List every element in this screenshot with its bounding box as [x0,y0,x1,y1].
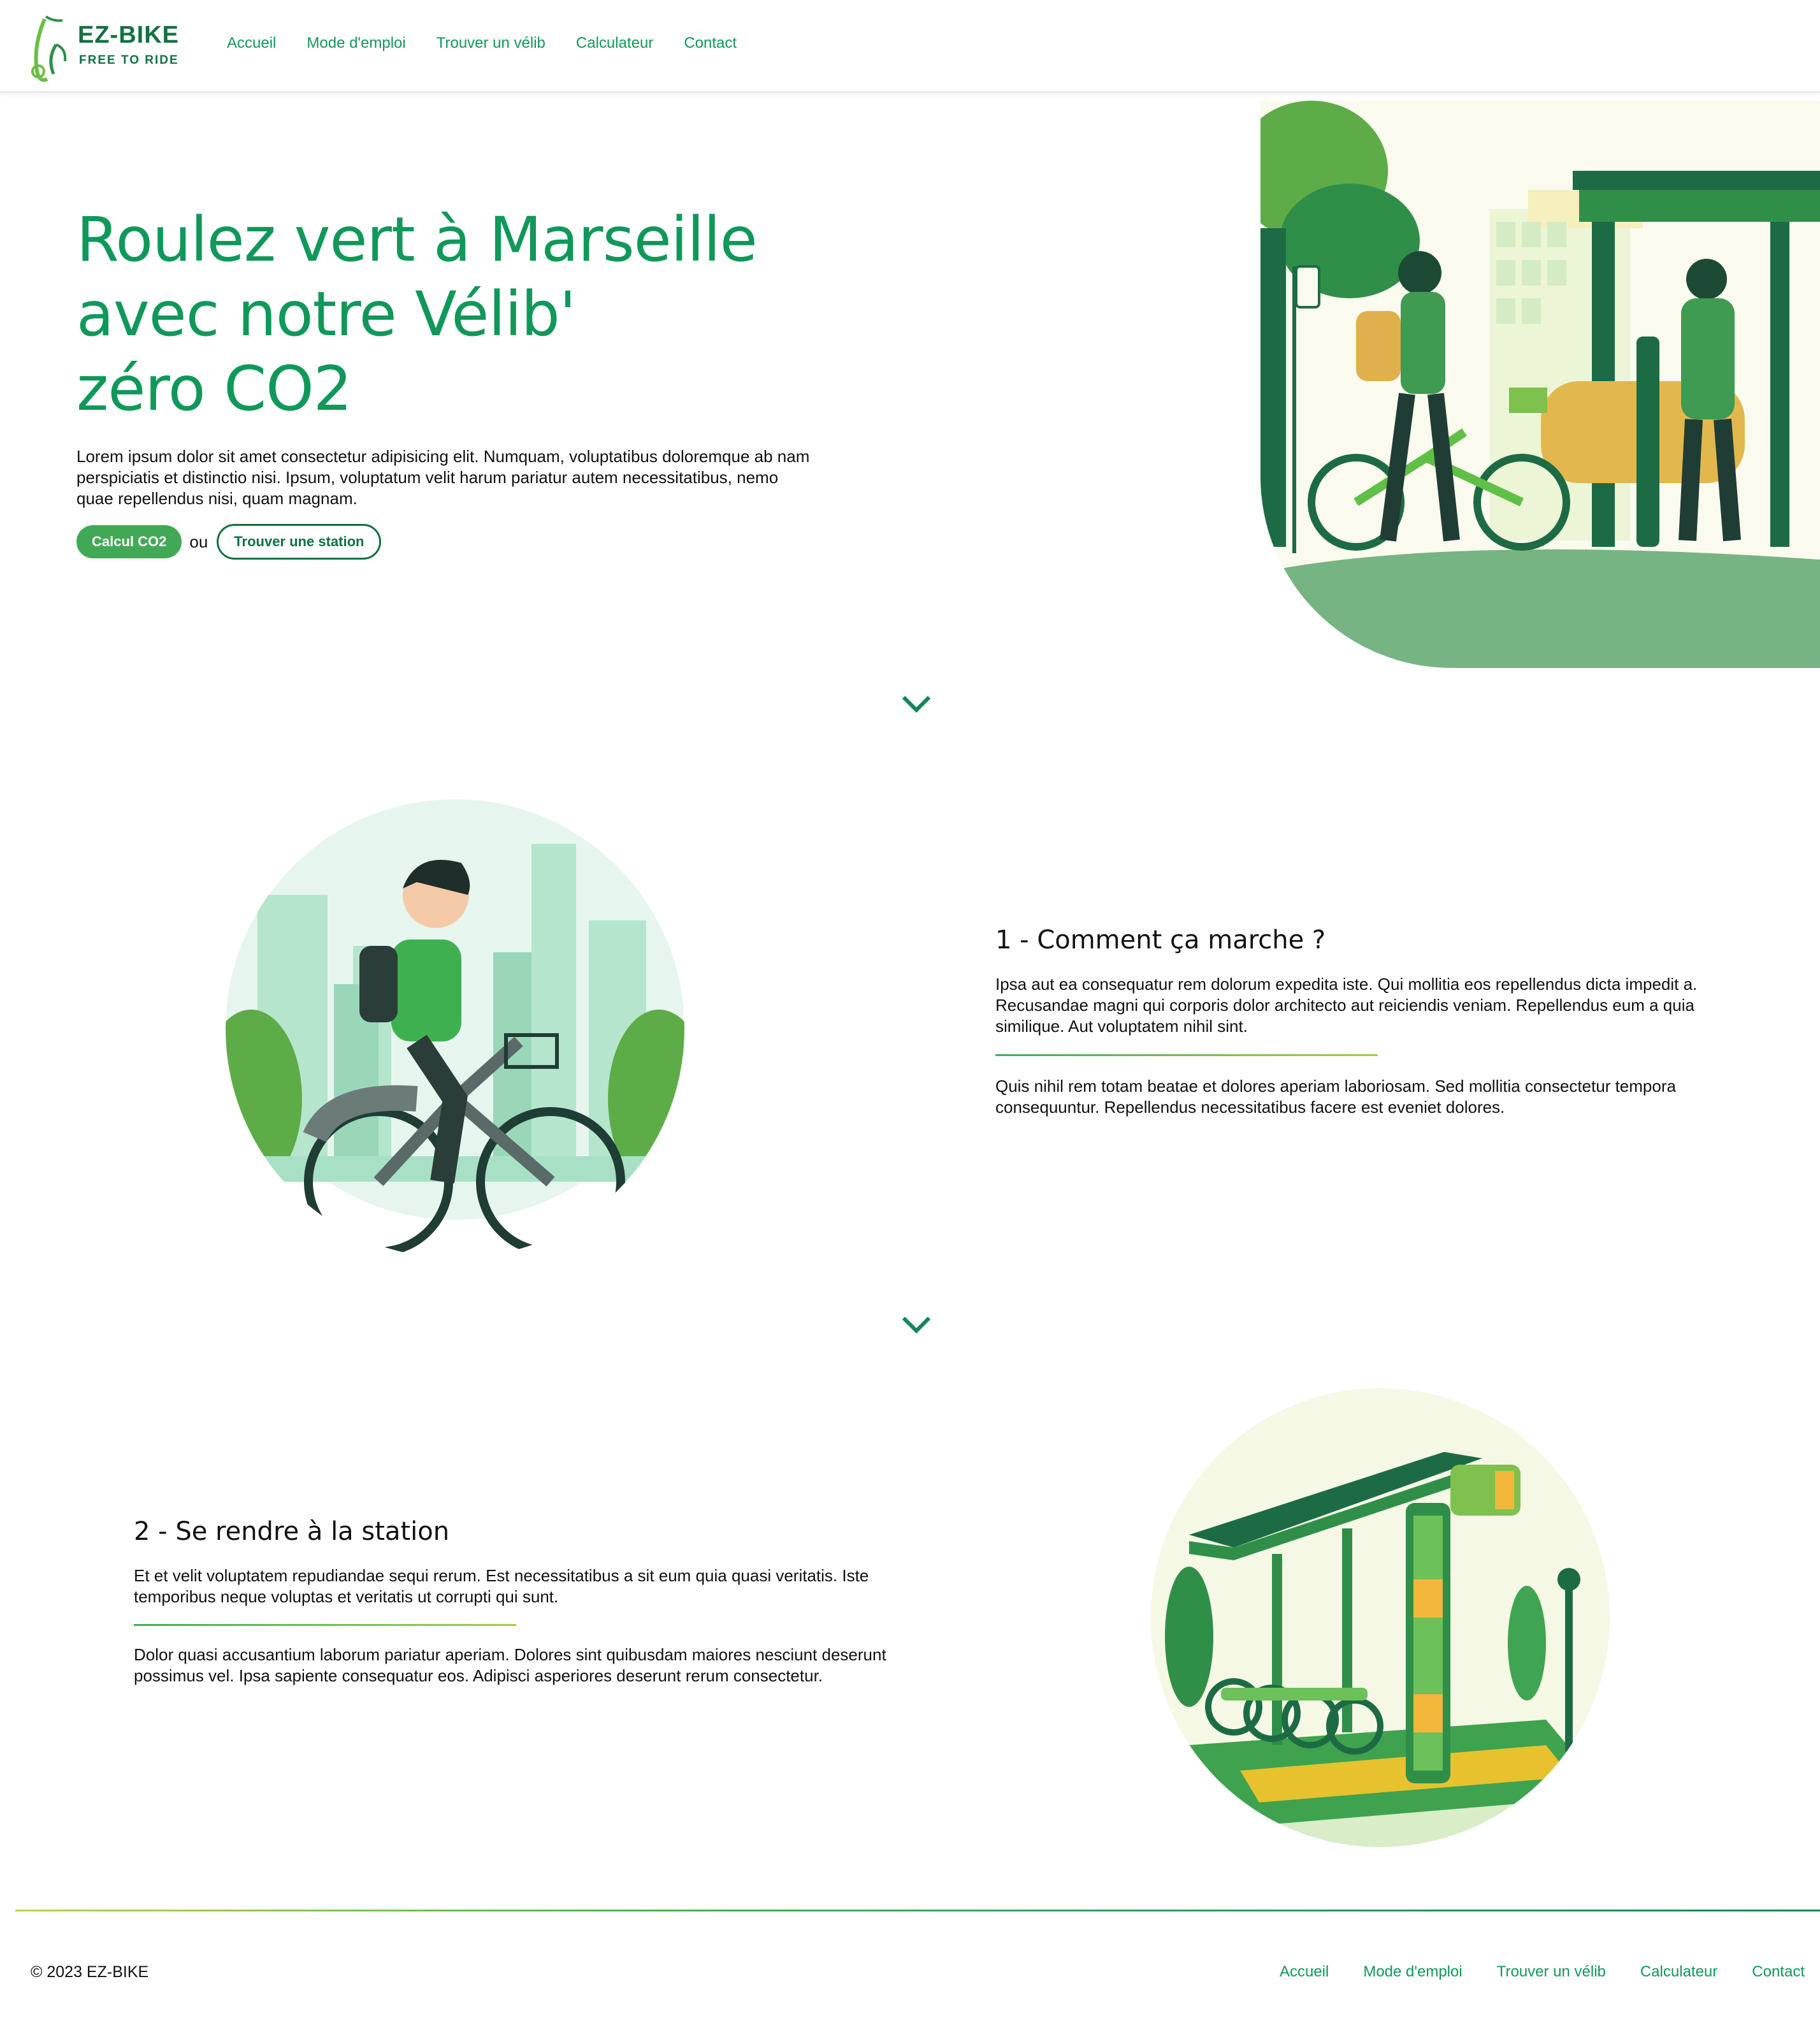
main-nav: Accueil Mode d'emploi Trouver un vélib C… [227,34,737,52]
step2-title: 2 - Se rendre à la station [134,1517,450,1546]
nav-link-contact[interactable]: Contact [684,34,737,52]
hero-actions: Calcul CO2 ou Trouver une station [76,524,382,560]
copyright: © 2023 EZ-BIKE [31,1963,149,1981]
nav-link-calculateur[interactable]: Calculateur [576,34,653,52]
hero-description: Lorem ipsum dolor sit amet consectetur a… [76,447,810,508]
cyclist-illustration [226,799,684,1258]
footer-link-mode-emploi[interactable]: Mode d'emploi [1363,1963,1462,1981]
step1-paragraph2: Quis nihil rem totam beatae et dolores a… [995,1077,1676,1117]
step2-paragraph1: Et et velit voluptatem repudiandae sequi… [134,1566,869,1606]
hero-title-line: Roulez vert à Marseille [76,204,758,275]
or-label: ou [189,532,208,551]
nav-link-accueil[interactable]: Accueil [227,34,276,52]
footer-link-contact[interactable]: Contact [1752,1963,1805,1981]
footer-nav: Accueil Mode d'emploi Trouver un vélib C… [1280,1963,1805,1981]
station-illustration [1151,1388,1610,1847]
chevron-down-icon[interactable] [901,695,932,714]
step2-paragraph2: Dolor quasi accusantium laborum pariatur… [134,1645,886,1685]
nav-link-mode-emploi[interactable]: Mode d'emploi [307,34,405,52]
navbar: EZ-BIKE FREE TO RIDE Accueil Mode d'empl… [0,0,1820,93]
chevron-down-icon[interactable] [901,1316,932,1335]
brand-logo[interactable]: EZ-BIKE FREE TO RIDE [28,8,181,84]
step1-paragraph1: Ipsa aut ea consequatur rem dolorum expe… [995,975,1698,1036]
hero-title-line: avec notre Vélib' [76,279,576,350]
footer-link-trouver-velib[interactable]: Trouver un vélib [1497,1963,1606,1981]
bike-logo-icon [31,15,67,82]
brand-tagline: FREE TO RIDE [79,54,179,67]
step1-divider [995,1054,1378,1056]
footer-divider [15,1910,1820,1911]
hero-illustration [1260,101,1820,668]
step1-title: 1 - Comment ça marche ? [995,925,1326,955]
footer-link-calculateur[interactable]: Calculateur [1640,1963,1717,1981]
find-station-button[interactable]: Trouver une station [217,524,382,560]
nav-link-trouver-velib[interactable]: Trouver un vélib [437,34,545,52]
hero-title-line: zéro CO2 [76,353,352,424]
footer-link-accueil[interactable]: Accueil [1280,1963,1329,1981]
hero-title: Roulez vert à Marseille avec notre Vélib… [76,203,841,426]
brand-name: EZ-BIKE [78,22,179,48]
calcul-co2-button[interactable]: Calcul CO2 [76,525,182,558]
step2-divider [134,1624,516,1626]
